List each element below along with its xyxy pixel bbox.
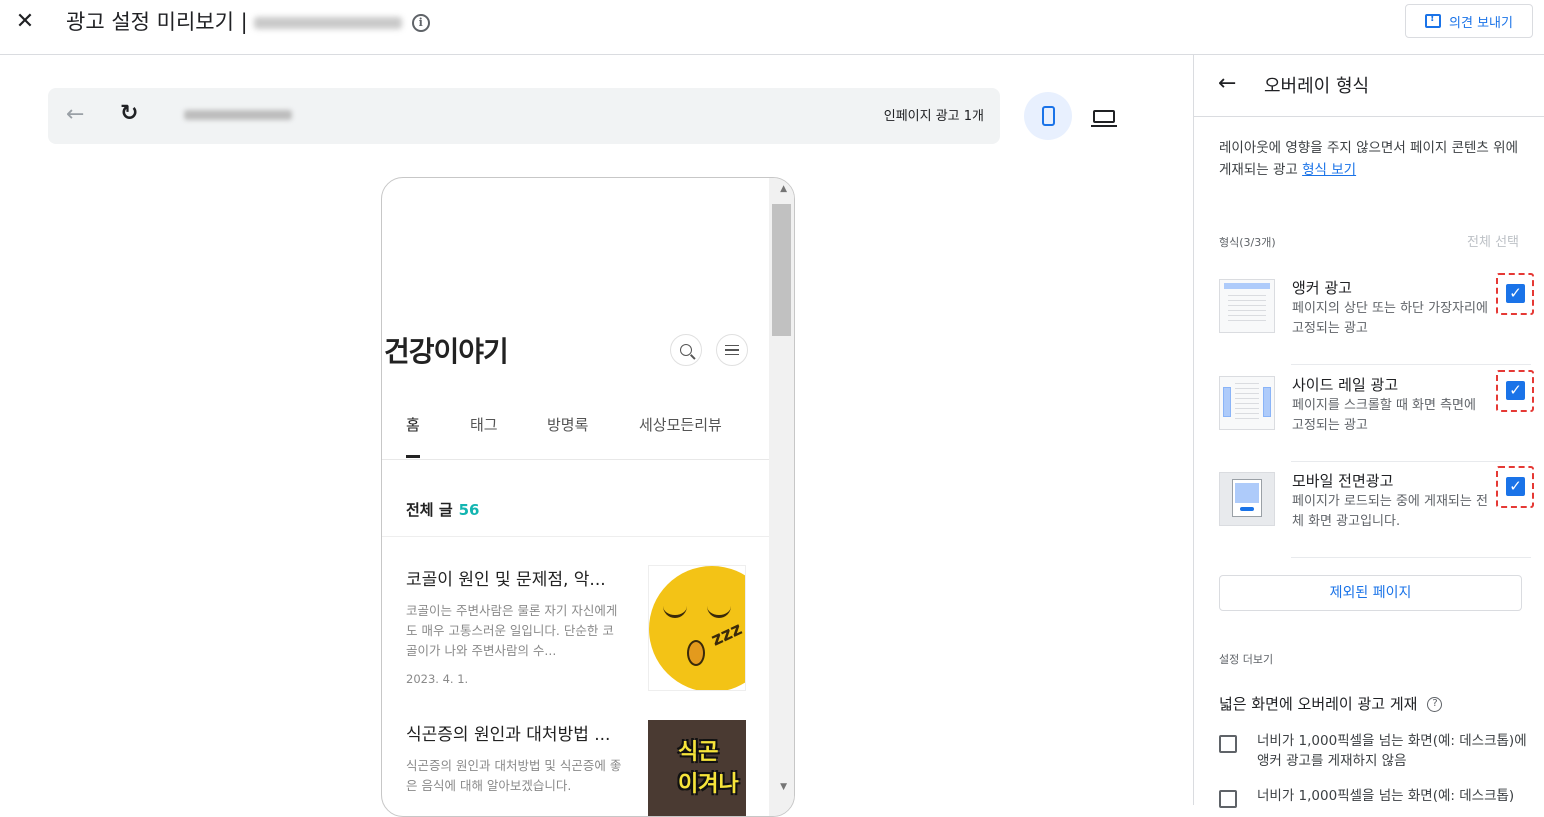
send-feedback-button[interactable]: 의견 보내기 [1405, 4, 1533, 38]
info-icon[interactable]: i [411, 14, 430, 32]
back-arrow-icon[interactable]: ← [1218, 71, 1236, 96]
post-date: 2023. 4. 1. [406, 672, 469, 686]
blog-search-button[interactable] [670, 334, 702, 366]
anchor-ad-icon [1219, 279, 1275, 333]
panel-description-text: 레이아웃에 영향을 주지 않으면서 페이지 콘텐츠 위에 게재되는 광고 [1219, 140, 1518, 178]
hide-anchor-wide-checkbox[interactable] [1219, 735, 1237, 753]
format-name: 모바일 전면광고 [1292, 472, 1394, 490]
format-item-side-rail: 사이드 레일 광고 페이지를 스크롤할 때 화면 측면에 고정되는 광고 ✓ [1219, 366, 1534, 462]
mobile-interstitial-checkbox[interactable]: ✓ [1506, 477, 1525, 496]
zzz-mark: zzz [708, 618, 746, 651]
panel-header: ← 오버레이 형식 [1194, 55, 1544, 117]
highlight-box: ✓ [1496, 466, 1534, 508]
option-label: 너비가 1,000픽셀을 넘는 화면(예: 데스크톱)에 앵커 광고를 게재하지… [1257, 733, 1527, 769]
post-count: 전체 글 56 [406, 499, 480, 520]
format-name: 앵커 광고 [1292, 279, 1352, 297]
wide-option-row: 너비가 1,000픽셀을 넘는 화면(예: 데스크톱)에 앵커 광고를 게재하지… [1219, 731, 1539, 775]
divider [1291, 557, 1531, 558]
divider [382, 536, 770, 537]
formats-label: 형식(3/3개) [1219, 236, 1276, 249]
blog-tab-tags[interactable]: 태그 [470, 414, 498, 458]
menu-icon [725, 345, 739, 355]
panel-title: 오버레이 형식 [1264, 76, 1370, 97]
post-count-number: 56 [458, 501, 480, 519]
highlight-box: ✓ [1496, 273, 1534, 315]
more-settings-label: 설정 더보기 [1219, 653, 1274, 666]
view-formats-link[interactable]: 형식 보기 [1302, 162, 1356, 178]
excluded-pages-button[interactable]: 제외된 페이지 [1219, 575, 1522, 611]
format-description: 페이지의 상단 또는 하단 가장자리에 고정되는 광고 [1292, 301, 1488, 336]
hide-overlay-wide-checkbox[interactable] [1219, 790, 1237, 808]
blog-tab-guestbook[interactable]: 방명록 [547, 414, 588, 458]
wide-screen-title: 넓은 화면에 오버레이 광고 게재? [1219, 693, 1443, 714]
help-icon[interactable]: ? [1427, 697, 1443, 712]
eye [707, 606, 731, 618]
select-all-button[interactable]: 전체 선택 [1467, 231, 1519, 250]
preview-url-bar: ← ↻ 인페이지 광고 1개 [48, 88, 1000, 144]
post-title[interactable]: 식곤증의 원인과 대처방법 ... [406, 720, 622, 745]
eye [663, 606, 687, 618]
blog-menu-button[interactable] [716, 334, 748, 366]
page-title-text: 광고 설정 미리보기 | [66, 10, 248, 34]
highlight-box: ✓ [1496, 370, 1534, 412]
format-description: 페이지가 로드되는 중에 게재되는 전체 화면 광고입니다. [1292, 494, 1488, 529]
format-item-anchor: 앵커 광고 페이지의 상단 또는 하단 가장자리에 고정되는 광고 ✓ [1219, 269, 1534, 365]
sleeping-face-image: zzz [649, 566, 746, 690]
list-item[interactable]: 식곤증의 원인과 대처방법 ... 식곤증의 원인과 대처방법 및 식곤증에 좋… [406, 720, 746, 816]
laptop-icon [1091, 109, 1117, 127]
anchor-ad-checkbox[interactable]: ✓ [1506, 284, 1525, 303]
post-excerpt: 식곤증의 원인과 대처방법 및 식곤증에 좋은 음식에 대해 알아보겠습니다. [406, 758, 622, 793]
scroll-down-icon[interactable]: ▼ [780, 782, 787, 792]
post-thumbnail[interactable]: zzz [648, 565, 746, 691]
phone-icon [1041, 106, 1055, 126]
thumb-text: 식곤 [678, 740, 719, 765]
blog-tab-home[interactable]: 홈 [406, 414, 420, 458]
side-rail-ad-icon [1219, 376, 1275, 430]
scroll-thumb[interactable] [772, 204, 791, 336]
post-count-label: 전체 글 [406, 501, 453, 519]
blog-preview[interactable]: 건강이야기 홈 태그 방명록 세상모든리뷰 전체 글 56 코골이 원인 및 문제… [382, 178, 770, 816]
mobile-interstitial-icon [1219, 472, 1275, 526]
blog-tabs: 홈 태그 방명록 세상모든리뷰 [382, 414, 770, 460]
overlay-format-panel: ← 오버레이 형식 레이아웃에 영향을 주지 않으면서 페이지 콘텐츠 위에 게… [1193, 55, 1544, 808]
search-icon [680, 344, 692, 356]
post-title[interactable]: 코골이 원인 및 문제점, 악... [406, 565, 622, 590]
post-thumbnail[interactable]: 식곤 이겨나 [648, 720, 746, 816]
side-rail-ad-checkbox[interactable]: ✓ [1506, 381, 1525, 400]
preview-scrollbar[interactable]: ▲ ▼ [769, 178, 794, 816]
reload-icon[interactable]: ↻ [120, 101, 138, 126]
panel-description: 레이아웃에 영향을 주지 않으면서 페이지 콘텐츠 위에 게재되는 광고 형식 … [1219, 137, 1531, 181]
thumb-text: 이겨나 [678, 772, 739, 797]
blurred-domain [253, 17, 402, 29]
format-description: 페이지를 스크롤할 때 화면 측면에 고정되는 광고 [1292, 398, 1476, 433]
wide-option-row: 너비가 1,000픽셀을 넘는 화면(예: 데스크톱) [1219, 786, 1539, 810]
list-item[interactable]: 코골이 원인 및 문제점, 악... 코골이는 주변사람은 물론 자기 자신에게… [406, 565, 746, 695]
mouth [687, 640, 705, 666]
scroll-up-icon[interactable]: ▲ [780, 184, 787, 194]
blog-title: 건강이야기 [384, 335, 509, 368]
option-label: 너비가 1,000픽셀을 넘는 화면(예: 데스크톱) [1257, 788, 1515, 804]
format-name: 사이드 레일 광고 [1292, 376, 1399, 394]
desktop-view-button[interactable] [1082, 94, 1126, 138]
divider [1291, 364, 1531, 365]
close-icon[interactable]: ✕ [12, 9, 38, 35]
back-arrow-icon[interactable]: ← [66, 102, 84, 127]
format-item-vignette: 모바일 전면광고 페이지가 로드되는 중에 게재되는 전체 화면 광고입니다. … [1219, 462, 1534, 558]
in-page-ad-count: 인페이지 광고 1개 [883, 109, 984, 124]
mobile-view-button[interactable] [1024, 92, 1072, 140]
blurred-url [184, 110, 292, 120]
feedback-icon [1425, 13, 1442, 28]
blog-tab-reviews[interactable]: 세상모든리뷰 [639, 414, 722, 458]
mobile-preview-frame: 건강이야기 홈 태그 방명록 세상모든리뷰 전체 글 56 코골이 원인 및 문제… [381, 177, 795, 817]
post-excerpt: 코골이는 주변사람은 물론 자기 자신에게도 매우 고통스러운 일입니다. 단순… [406, 603, 618, 658]
top-bar: ✕ 광고 설정 미리보기 | i 의견 보내기 [0, 0, 1544, 55]
send-feedback-label: 의견 보내기 [1449, 15, 1513, 31]
page-title: 광고 설정 미리보기 | i [66, 6, 430, 36]
wide-screen-title-text: 넓은 화면에 오버레이 광고 게재 [1219, 695, 1418, 713]
